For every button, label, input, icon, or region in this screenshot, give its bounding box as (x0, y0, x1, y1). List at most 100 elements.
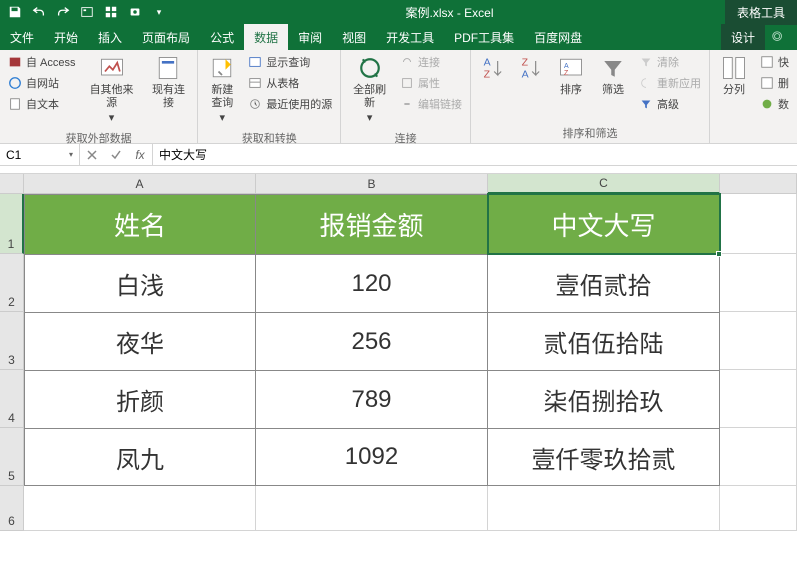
column-header-a[interactable]: A (24, 174, 256, 194)
qat-customize[interactable]: ▾ (148, 1, 170, 23)
tab-developer[interactable]: 开发工具 (376, 24, 444, 50)
tell-me[interactable] (765, 24, 797, 50)
cell[interactable] (24, 486, 256, 531)
table-header-cell[interactable]: 中文大写 (488, 194, 720, 254)
table-cell[interactable]: 789 (256, 370, 488, 428)
name-box[interactable]: C1▾ (0, 144, 80, 165)
from-web-button[interactable]: 自网站 (4, 73, 80, 93)
select-all-corner[interactable] (0, 174, 24, 194)
cell[interactable] (488, 486, 720, 531)
group-label (714, 127, 793, 143)
fill-handle[interactable] (716, 251, 722, 257)
row-header-2[interactable]: 2 (0, 254, 24, 312)
save-button[interactable] (4, 1, 26, 23)
cancel-formula-button[interactable] (80, 149, 104, 161)
clear-filter-button[interactable]: 清除 (635, 52, 705, 72)
undo-button[interactable] (28, 1, 50, 23)
sort-asc-button[interactable]: AZ (475, 52, 511, 84)
spreadsheet-grid: A B C 1 2 3 4 5 6 姓名 报销金额 中文大写 白浅 120 (0, 174, 797, 531)
data-validation-button[interactable]: 数 (756, 94, 793, 114)
refresh-all-button[interactable]: 全部刷新▾ (345, 52, 394, 128)
cell[interactable] (720, 370, 797, 428)
row-header-5[interactable]: 5 (0, 428, 24, 486)
group-transform: 新建 查询▾ 显示查询 从表格 最近使用的源 获取和转换 (198, 50, 341, 143)
formula-input[interactable]: 中文大写 (153, 144, 797, 165)
cell[interactable] (720, 312, 797, 370)
tab-view[interactable]: 视图 (332, 24, 376, 50)
row-header-6[interactable]: 6 (0, 486, 24, 531)
table-cell[interactable]: 柒佰捌拾玖 (488, 370, 720, 428)
advanced-filter-button[interactable]: 高级 (635, 94, 705, 114)
sort-button[interactable]: AZ排序 (551, 52, 591, 99)
fx-icon[interactable]: fx (128, 148, 152, 162)
qat-button-2[interactable] (100, 1, 122, 23)
cell[interactable] (720, 428, 797, 486)
from-access-button[interactable]: 自 Access (4, 52, 80, 72)
tab-baidu[interactable]: 百度网盘 (524, 24, 592, 50)
cell[interactable] (720, 194, 797, 254)
tab-data[interactable]: 数据 (244, 24, 288, 50)
filter-button[interactable]: 筛选 (593, 52, 633, 99)
formula-bar: C1▾ fx 中文大写 (0, 144, 797, 166)
new-query-button[interactable]: 新建 查询▾ (202, 52, 242, 128)
group-label: 排序和筛选 (475, 123, 705, 143)
cell[interactable] (720, 254, 797, 312)
connections-button[interactable]: 连接 (396, 52, 466, 72)
remove-duplicates-button[interactable]: 删 (756, 73, 793, 93)
svg-text:Z: Z (564, 70, 569, 77)
column-header-d[interactable] (720, 174, 797, 194)
tab-review[interactable]: 审阅 (288, 24, 332, 50)
table-cell[interactable]: 120 (256, 254, 488, 312)
flash-fill-button[interactable]: 快 (756, 52, 793, 72)
cell[interactable] (256, 486, 488, 531)
reapply-button[interactable]: 重新应用 (635, 73, 705, 93)
tab-design[interactable]: 设计 (721, 24, 765, 50)
table-header-cell[interactable]: 报销金额 (256, 194, 488, 254)
edit-links-button[interactable]: 编辑链接 (396, 94, 466, 114)
table-cell[interactable]: 壹佰贰拾 (488, 254, 720, 312)
column-header-b[interactable]: B (256, 174, 488, 194)
svg-text:A: A (522, 68, 529, 80)
text-to-columns-button[interactable]: 分列 (714, 52, 754, 99)
ribbon-tabs: 文件 开始 插入 页面布局 公式 数据 审阅 视图 开发工具 PDF工具集 百度… (0, 24, 797, 50)
tab-insert[interactable]: 插入 (88, 24, 132, 50)
properties-button[interactable]: 属性 (396, 73, 466, 93)
tab-formulas[interactable]: 公式 (200, 24, 244, 50)
from-text-button[interactable]: 自文本 (4, 94, 80, 114)
context-tab-label: 表格工具 (725, 0, 797, 25)
qat-button-3[interactable] (124, 1, 146, 23)
tab-page-layout[interactable]: 页面布局 (132, 24, 200, 50)
window-title: 案例.xlsx - Excel (174, 4, 725, 21)
table-cell[interactable]: 256 (256, 312, 488, 370)
enter-formula-button[interactable] (104, 149, 128, 161)
quick-access-toolbar: ▾ (0, 1, 174, 23)
recent-sources-button[interactable]: 最近使用的源 (244, 94, 336, 114)
existing-connections-button[interactable]: 现有连接 (144, 52, 194, 112)
row-header-3[interactable]: 3 (0, 312, 24, 370)
redo-button[interactable] (52, 1, 74, 23)
row-header-1[interactable]: 1 (0, 194, 24, 254)
table-cell[interactable]: 夜华 (24, 312, 256, 370)
group-data-tools: 分列 快 删 数 (710, 50, 797, 143)
table-header-cell[interactable]: 姓名 (24, 194, 256, 254)
from-other-button[interactable]: 自其他来源▾ (82, 52, 142, 128)
group-external-data: 自 Access 自网站 自文本 自其他来源▾ 现有连接 获取外部数据 (0, 50, 198, 143)
column-header-c[interactable]: C (488, 174, 720, 194)
show-queries-button[interactable]: 显示查询 (244, 52, 336, 72)
table-cell[interactable]: 白浅 (24, 254, 256, 312)
table-cell[interactable]: 壹仟零玖拾贰 (488, 428, 720, 486)
cell[interactable] (720, 486, 797, 531)
qat-button-1[interactable] (76, 1, 98, 23)
tab-home[interactable]: 开始 (44, 24, 88, 50)
tab-pdf[interactable]: PDF工具集 (444, 24, 524, 50)
from-table-button[interactable]: 从表格 (244, 73, 336, 93)
table-cell[interactable]: 折颜 (24, 370, 256, 428)
sort-desc-button[interactable]: ZA (513, 52, 549, 84)
tab-file[interactable]: 文件 (0, 24, 44, 50)
svg-text:A: A (484, 57, 491, 69)
row-header-4[interactable]: 4 (0, 370, 24, 428)
svg-text:A: A (564, 63, 569, 70)
table-cell[interactable]: 凤九 (24, 428, 256, 486)
table-cell[interactable]: 贰佰伍拾陆 (488, 312, 720, 370)
table-cell[interactable]: 1092 (256, 428, 488, 486)
